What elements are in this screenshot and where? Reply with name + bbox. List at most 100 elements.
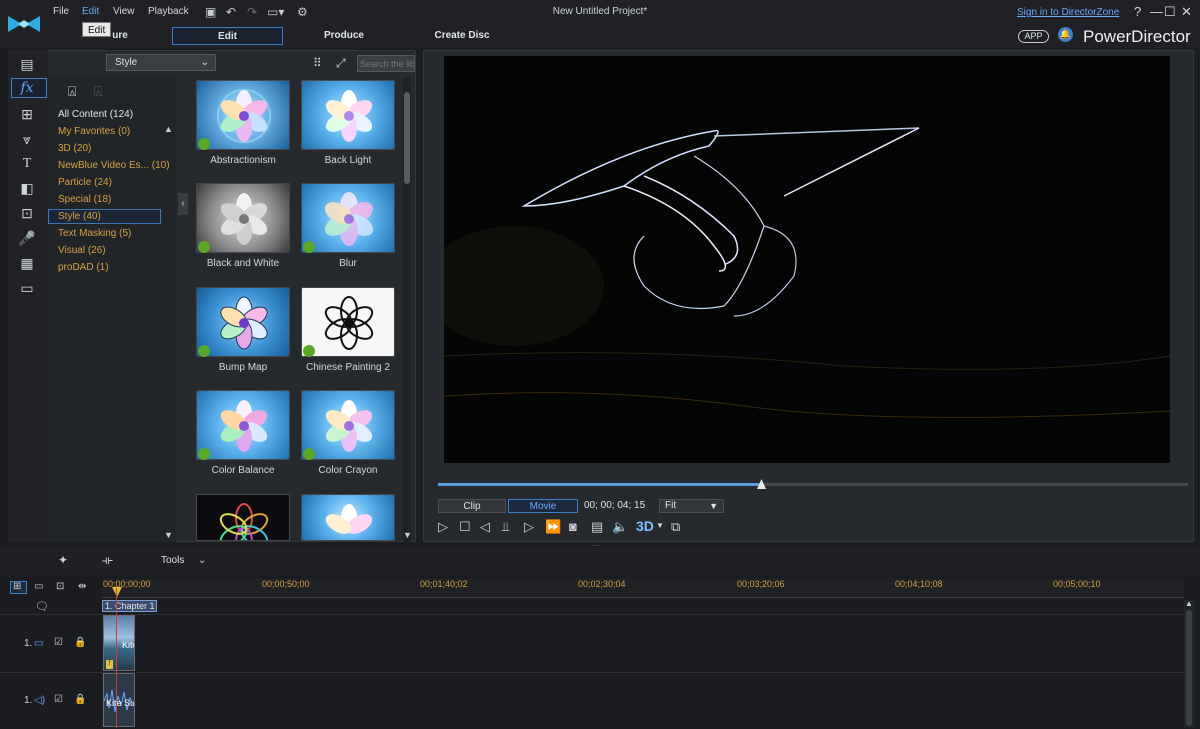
fast-forward-icon[interactable]: ⏩ [545,519,561,535]
timeline-view-icon[interactable]: ⊞ [13,581,21,592]
menu-view[interactable]: View [113,6,135,17]
category-all-content[interactable]: All Content (124) [58,109,133,120]
zoom-timeline-icon[interactable]: ⇹ [78,581,86,592]
tab-edit[interactable]: Edit [172,27,283,45]
settings-gear-icon[interactable]: ⚙ [297,5,308,19]
seek-bar-track[interactable] [761,483,1188,486]
effect-tile-black-and-white[interactable] [196,183,290,253]
effect-tile-color-balance[interactable] [196,390,290,460]
category-prodad[interactable]: proDAD (1) [58,262,109,273]
tools-menu[interactable]: Tools [161,555,184,566]
category-particle[interactable]: Particle (24) [58,177,112,188]
seek-bar-progress[interactable] [438,483,761,486]
split-icon[interactable]: ⫫ [502,519,509,535]
playhead-line[interactable] [116,588,117,728]
chevron-down-icon[interactable]: ⌄ [198,555,206,566]
volume-icon[interactable]: 🔈 [612,519,628,535]
audio-track-enable-checkbox[interactable]: ☑ [54,694,63,705]
close-button[interactable]: ✕ [1181,4,1192,20]
storyboard-view-icon[interactable]: ▭ [34,581,43,592]
play-icon[interactable]: ▷ [438,519,448,535]
save-icon[interactable]: ▣ [205,5,216,19]
ruler-tick: 00;05;00;10 [1053,579,1101,589]
3d-dropdown-icon[interactable]: ▼ [656,521,664,530]
effect-tile-abstractionism[interactable] [196,80,290,150]
category-3d[interactable]: 3D (20) [58,143,91,154]
fit-timeline-icon[interactable]: ⊡ [56,581,64,592]
menu-edit[interactable]: Edit [82,6,99,17]
subtitle-icon[interactable]: ▤ [591,519,603,535]
next-frame-icon[interactable]: ▷ [524,519,534,535]
add-tag-icon[interactable]: ⍓ [68,83,76,100]
library-search-input[interactable] [357,55,415,72]
zoom-select[interactable]: Fit ▼ [659,499,724,513]
pip-room-icon[interactable]: ⊞ [18,106,36,122]
category-style[interactable]: Style (40) [58,211,101,222]
effect-tile-back-light[interactable] [301,80,395,150]
effect-tile-bump-map[interactable] [196,287,290,357]
stop-icon[interactable]: ☐ [459,519,471,535]
tab-create-disc[interactable]: Create Disc [427,27,497,45]
particle-room-icon[interactable]: ⩔ [18,131,36,147]
aspect-ratio-icon[interactable]: ▭▾ [267,5,284,19]
magic-tool-icon[interactable]: ✦ [58,553,68,567]
effect-tile-blur[interactable] [301,183,395,253]
notification-bell-icon[interactable]: 🔔 [1058,27,1073,42]
category-newblue[interactable]: NewBlue Video Es... (10) [58,160,170,171]
undock-preview-icon[interactable]: ⧉ [671,519,680,535]
category-my-favorites[interactable]: My Favorites (0) [58,126,130,137]
redo-icon[interactable]: ↷ [247,5,257,19]
transition-room-icon[interactable]: ◧ [18,180,36,196]
menu-file[interactable]: File [53,6,69,17]
undo-icon[interactable]: ↶ [226,5,236,19]
scroll-down-icon[interactable]: ▼ [403,530,412,540]
3d-mode-button[interactable]: 3D [636,518,654,534]
audio-track-lock-icon[interactable]: 🔒 [74,694,86,705]
video-clip[interactable]: Kite ! [103,615,135,671]
collapse-panel-button[interactable]: ‹ [178,193,188,215]
movie-mode-button[interactable]: Movie [508,499,578,513]
category-special[interactable]: Special (18) [58,194,111,205]
library-scroll-thumb[interactable] [404,92,410,184]
tab-produce[interactable]: Produce [310,27,378,45]
category-text-masking[interactable]: Text Masking (5) [58,228,131,239]
category-visual[interactable]: Visual (26) [58,245,106,256]
grid-view-icon[interactable]: ⠿ [313,56,322,70]
fx-indicator-icon: ! [106,660,113,669]
timecode-display[interactable]: 00; 00; 04; 15 [584,499,654,513]
voice-over-icon[interactable]: 🎤 [18,230,36,246]
effect-tile-next-1[interactable] [196,494,290,541]
title-room-icon[interactable]: T [18,156,36,172]
sign-in-link[interactable]: Sign in to DirectorZone [1017,7,1119,18]
audio-mixing-icon[interactable]: ⊡ [18,205,36,221]
help-button[interactable]: ? [1134,4,1141,19]
resize-handle[interactable]: ⋯ [592,541,600,550]
maximize-button[interactable]: ☐ [1164,4,1176,20]
timeline-scroll-thumb[interactable] [1186,610,1192,726]
minimize-button[interactable]: — [1150,4,1163,19]
effect-tile-color-crayon[interactable] [301,390,395,460]
effect-category-dropdown[interactable]: Style ⌄ [106,54,216,71]
split-tool-icon[interactable]: ⟛ [102,553,113,568]
tab-capture[interactable]: ure [100,27,140,45]
audio-clip[interactable]: Kite Su [103,673,135,727]
menu-playback[interactable]: Playback [148,6,189,17]
previous-frame-icon[interactable]: ◁ [480,519,490,535]
scroll-up-icon[interactable]: ▲ [1185,599,1193,608]
effect-tile-next-2[interactable] [301,494,395,541]
subtitle-room-icon[interactable]: ▭ [18,280,36,296]
resize-thumbnail-icon[interactable]: ⤢ [336,56,346,71]
remove-tag-icon[interactable]: ⍓ [94,83,102,100]
video-track-lock-icon[interactable]: 🔒 [74,637,86,648]
category-scroll-down-icon[interactable]: ▼ [164,530,173,540]
app-badge[interactable]: APP [1018,30,1049,43]
fx-room-icon[interactable]: fx [18,80,36,96]
video-track-enable-checkbox[interactable]: ☑ [54,637,63,648]
category-scroll-up-icon[interactable]: ▲ [164,124,173,134]
clip-mode-button[interactable]: Clip [438,499,506,513]
media-room-icon[interactable]: ▤ [18,56,36,72]
effect-tile-chinese-painting-2[interactable] [301,287,395,357]
snapshot-camera-icon[interactable]: ◙ [569,519,577,534]
chapter-room-icon[interactable]: ▦ [18,255,36,271]
chapter-marker[interactable]: 1. Chapter 1 [102,600,157,612]
